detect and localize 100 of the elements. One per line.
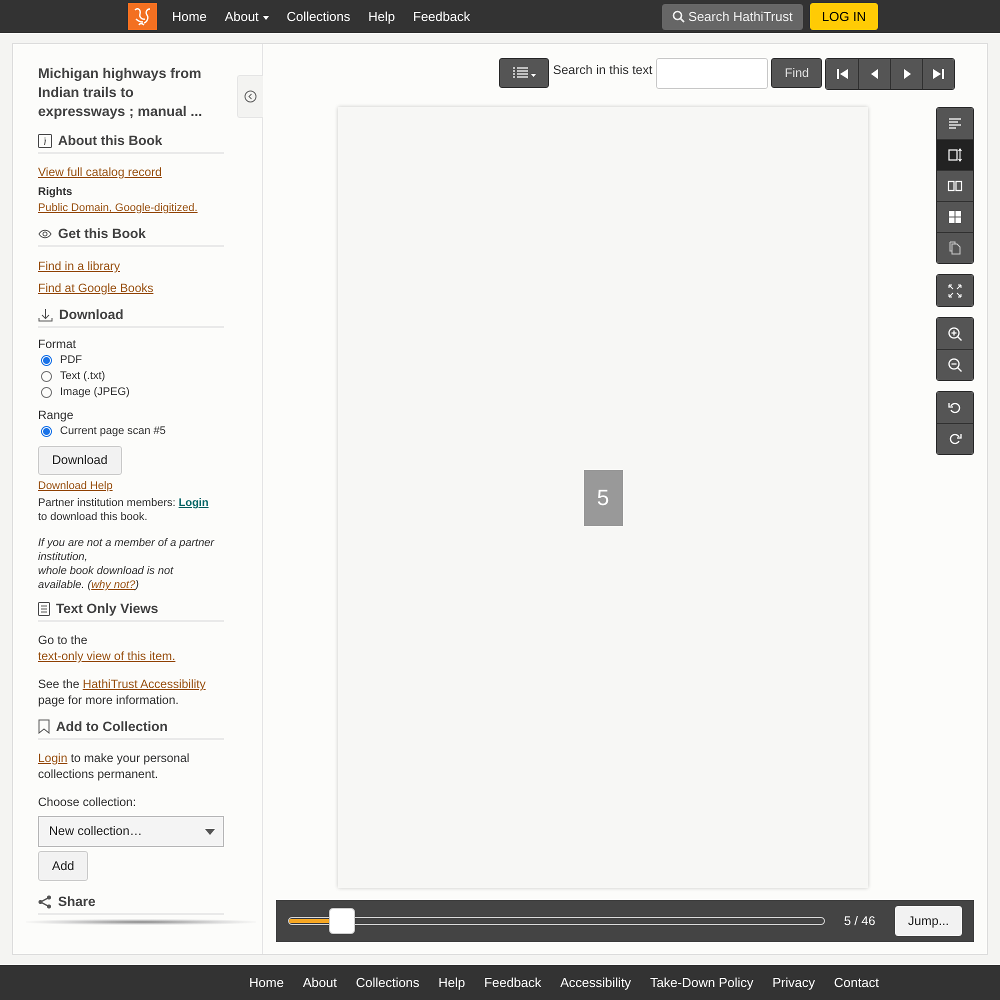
section-heading: Add to Collection	[56, 718, 168, 735]
fullscreen-icon	[947, 282, 963, 298]
search-label: Search in this text	[553, 62, 652, 79]
fullscreen-button[interactable]	[937, 275, 973, 306]
zoom-in-icon	[947, 326, 963, 342]
logo-icon	[128, 3, 157, 30]
eye-icon	[38, 228, 52, 238]
text-only-link[interactable]: text-only view of this item.	[38, 649, 176, 663]
section-heading: Text Only Views	[56, 600, 158, 617]
list-icon	[512, 67, 528, 79]
footer-link[interactable]: Accessibility	[560, 972, 632, 992]
text-only-text: Go to the text-only view of this item.	[38, 632, 176, 664]
page-nav-button[interactable]	[922, 59, 954, 89]
radio-button[interactable]	[41, 386, 52, 398]
page-nav-button[interactable]	[858, 59, 890, 89]
accessibility-link[interactable]: HathiTrust Accessibility	[82, 677, 206, 691]
zoom-out-button[interactable]	[937, 349, 973, 380]
footer-link[interactable]: Collections	[356, 972, 420, 992]
info-icon	[38, 134, 52, 148]
chevron-left-icon	[244, 90, 257, 103]
download-icon	[38, 308, 53, 322]
footer-link[interactable]: About	[302, 972, 337, 992]
rights-label: Rights	[38, 185, 74, 199]
radio-label: Text (.txt)	[60, 368, 106, 384]
caret-icon	[530, 74, 536, 77]
share-icon	[38, 894, 52, 908]
scroll-view-icon	[947, 147, 963, 163]
footer-link[interactable]: Privacy	[772, 972, 816, 992]
search-button[interactable]: Search HathiTrust	[662, 4, 803, 30]
radio-label: Image (JPEG)	[60, 384, 130, 400]
footer-link[interactable]: Home	[249, 972, 284, 992]
radio-button[interactable]	[41, 426, 52, 436]
contents-button[interactable]	[499, 58, 549, 88]
section-heading: Share	[58, 893, 96, 910]
text-view-icon	[947, 116, 963, 132]
bookmark-icon	[38, 719, 50, 734]
slider-thumb[interactable]	[328, 908, 355, 934]
view-mode-button[interactable]	[937, 232, 973, 263]
collection-select[interactable]: New collection…	[38, 816, 224, 847]
field-label: Range	[38, 407, 74, 423]
document-icon	[38, 602, 50, 616]
radio-label: PDF	[60, 352, 82, 368]
footer-link[interactable]: Feedback	[484, 972, 542, 992]
download-button[interactable]: Download	[38, 446, 122, 475]
radio-label: Current page scan #5	[60, 424, 166, 439]
collapse-button[interactable]	[237, 75, 263, 118]
previous-page-icon	[868, 68, 881, 80]
login-link[interactable]: Login	[178, 497, 209, 509]
field-label: Format	[38, 336, 78, 352]
first-page-icon	[836, 68, 848, 80]
book-title: Michigan highways from Indian trails to expressways ; manual ...	[38, 64, 204, 121]
add-button[interactable]: Add	[38, 851, 88, 881]
download-help-link[interactable]: Download Help	[38, 479, 113, 493]
login-button[interactable]: LOG IN	[810, 3, 878, 30]
view-mode-button[interactable]	[937, 201, 973, 232]
section-heading: Get this Book	[58, 225, 146, 242]
pages-icon	[947, 240, 963, 256]
field-label: Choose collection:	[38, 794, 138, 810]
section-heading: About this Book	[58, 132, 162, 149]
why-not-link[interactable]: why not?	[91, 579, 136, 591]
login-link[interactable]: Login	[38, 751, 68, 765]
rights-link[interactable]: Public Domain, Google-digitized.	[38, 201, 198, 215]
view-mode-button[interactable]	[937, 108, 973, 139]
last-page-icon	[932, 68, 945, 80]
link[interactable]: Find at Google Books	[38, 280, 154, 296]
view-mode-button[interactable]	[937, 139, 973, 170]
caret-icon	[205, 828, 215, 834]
zoom-in-button[interactable]	[937, 318, 973, 349]
nav-link[interactable]: Feedback	[404, 6, 480, 26]
page-slider[interactable]	[288, 908, 825, 934]
grid-view-icon	[947, 209, 963, 225]
page-nav-button[interactable]	[890, 59, 922, 89]
search-field[interactable]	[656, 58, 768, 89]
nav-link[interactable]: About	[216, 6, 278, 26]
nav-link[interactable]: Home	[163, 6, 216, 26]
footer-link[interactable]: Help	[438, 972, 466, 992]
zoom-out-icon	[947, 357, 963, 373]
radio-button[interactable]	[41, 370, 52, 382]
section-heading: Download	[59, 306, 124, 323]
catalog-link[interactable]: View full catalog record	[38, 164, 162, 180]
collection-text: Login to make your personal collections permanent.	[38, 750, 190, 782]
footer-link[interactable]: Take-Down Policy	[650, 972, 754, 992]
nav-link[interactable]: Help	[359, 6, 404, 26]
notice-text: If you are not a member of a partner institution, whole book download is not available. (why not?)	[38, 536, 216, 592]
accessibility-text: See the HathiTrust Accessibility page for more information.	[38, 676, 207, 708]
page-nav-button[interactable]	[826, 59, 858, 89]
rotate-left-button[interactable]	[937, 392, 973, 423]
book-view-icon	[947, 178, 963, 194]
footer-link[interactable]: Contact	[834, 972, 879, 992]
partner-text: Partner institution members: Login to download this book.	[38, 496, 210, 524]
find-button[interactable]: Find	[771, 58, 822, 88]
rotate-right-icon	[947, 431, 963, 447]
link[interactable]: Find in a library	[38, 258, 120, 274]
jump-button[interactable]: Jump...	[895, 906, 962, 936]
search-icon	[672, 10, 686, 23]
view-mode-button[interactable]	[937, 170, 973, 201]
radio-button[interactable]	[41, 354, 52, 366]
page-number: 5	[584, 470, 622, 526]
rotate-right-button[interactable]	[937, 423, 973, 454]
nav-link[interactable]: Collections	[278, 6, 360, 26]
